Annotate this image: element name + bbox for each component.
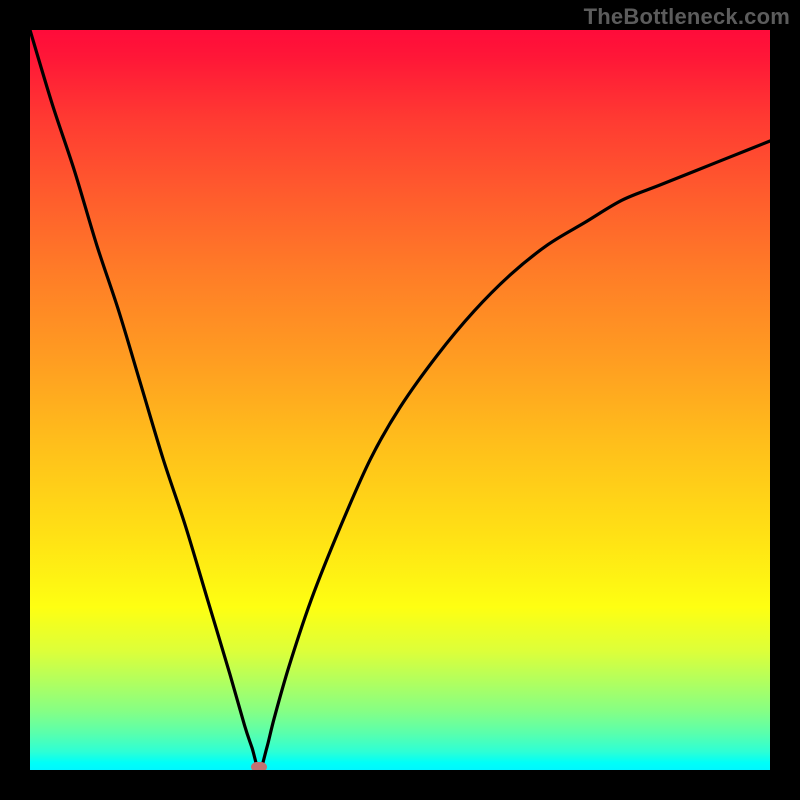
chart-frame: TheBottleneck.com — [0, 0, 800, 800]
balance-point-marker — [251, 762, 267, 770]
watermark-text: TheBottleneck.com — [584, 4, 790, 30]
plot-area — [30, 30, 770, 770]
bottleneck-curve — [30, 30, 770, 770]
